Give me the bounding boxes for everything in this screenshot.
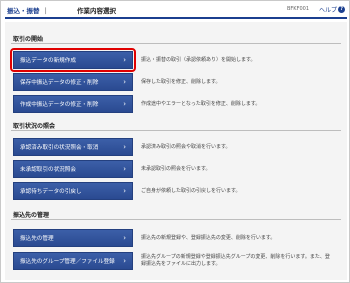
edit-saved-transfer-button[interactable]: 保存中振込データの修正・削除 › — [13, 73, 133, 91]
breadcrumb-separator: ｜ — [42, 7, 50, 15]
chevron-right-icon: › — [123, 56, 126, 64]
breadcrumb-category[interactable]: 振込・振替 — [7, 5, 40, 15]
menu-description: 保存した取引を修正、削除します。 — [141, 78, 221, 85]
header: 振込・振替 ｜ 作業内容選択 BFKF001 ヘルプ ? — [1, 1, 349, 19]
menu-row: 未承認取引の状況照会 › 未承認取引の照会を行います。 — [13, 160, 335, 178]
section-title-start: 取引の開始 — [13, 36, 44, 43]
new-transfer-button[interactable]: 振込データの新規作成 › — [13, 51, 133, 69]
menu-description: 振込・振替の取引（承認依頼あり）を開始します。 — [141, 56, 256, 63]
button-label: 振込データの新規作成 — [20, 58, 76, 64]
menu-row: 振込データの新規作成 › 振込・振替の取引（承認依頼あり）を開始します。 — [13, 51, 335, 69]
menu-description: 振込先グループの新規登録や登録振込先グループの変更、削除を行います。また、登録振… — [141, 254, 330, 267]
section-divider — [11, 219, 341, 220]
chevron-right-icon: › — [123, 78, 126, 86]
header-divider — [5, 17, 347, 19]
section-title-payee: 振込先の管理 — [13, 212, 50, 219]
button-label: 承認待ちデータの引戻し — [20, 189, 82, 195]
chevron-right-icon: › — [123, 165, 126, 173]
button-label: 承認済み取引の状況照会・取消 — [20, 145, 99, 151]
screen-id: BFKF001 — [287, 6, 310, 12]
payee-group-button[interactable]: 振込先のグループ管理／ファイル登録 › — [13, 252, 133, 270]
menu-description: 振込先の新規登録や、登録振込先の変更、削除を行います。 — [141, 234, 276, 241]
button-label: 作成中振込データの修正・削除 — [20, 102, 99, 108]
menu-row: 作成中振込データの修正・削除 › 作成途中やエラーとなった取引を修正、削除します… — [13, 95, 335, 113]
approved-status-button[interactable]: 承認済み取引の状況照会・取消 › — [13, 138, 133, 156]
unapproved-status-button[interactable]: 未承認取引の状況照会 › — [13, 160, 133, 178]
button-label: 未承認取引の状況照会 — [20, 167, 76, 173]
app-frame: 振込・振替 ｜ 作業内容選択 BFKF001 ヘルプ ? 取引の開始 振込データ… — [0, 0, 350, 283]
section-title-status: 取引状況の照会 — [13, 123, 56, 130]
button-label: 保存中振込データの修正・削除 — [20, 80, 99, 86]
chevron-right-icon: › — [123, 100, 126, 108]
section-divider — [11, 130, 341, 131]
help-icon: ? — [338, 6, 346, 13]
chevron-right-icon: › — [123, 234, 126, 242]
menu-row: 振込先のグループ管理／ファイル登録 › 振込先グループの新規登録や登録振込先グル… — [13, 252, 335, 270]
menu-row: 振込先の管理 › 振込先の新規登録や、登録振込先の変更、削除を行います。 — [13, 229, 335, 247]
help-link[interactable]: ヘルプ ? — [319, 5, 346, 14]
button-label: 振込先の管理 — [20, 236, 54, 242]
chevron-right-icon: › — [123, 257, 126, 265]
menu-description: 承認済み取引の照会や取消を行います。 — [141, 143, 231, 150]
breadcrumb: 振込・振替 ｜ — [7, 5, 52, 15]
withdraw-pending-button[interactable]: 承認待ちデータの引戻し › — [13, 182, 133, 200]
menu-row: 承認済み取引の状況照会・取消 › 承認済み取引の照会や取消を行います。 — [13, 138, 335, 156]
section-divider — [11, 43, 341, 44]
menu-description: ご自身が依頼した取引の引戻しを行います。 — [141, 187, 241, 194]
menu-description: 未承認取引の照会を行います。 — [141, 165, 211, 172]
menu-description: 作成途中やエラーとなった取引を修正、削除します。 — [141, 100, 261, 107]
help-label: ヘルプ — [319, 7, 338, 14]
chevron-right-icon: › — [123, 187, 126, 195]
menu-row: 承認待ちデータの引戻し › ご自身が依頼した取引の引戻しを行います。 — [13, 182, 335, 200]
edit-draft-transfer-button[interactable]: 作成中振込データの修正・削除 › — [13, 95, 133, 113]
button-label: 振込先のグループ管理／ファイル登録 — [20, 259, 115, 265]
chevron-right-icon: › — [123, 143, 126, 151]
page-title: 作業内容選択 — [77, 7, 116, 15]
menu-row: 保存中振込データの修正・削除 › 保存した取引を修正、削除します。 — [13, 73, 335, 91]
payee-management-button[interactable]: 振込先の管理 › — [13, 229, 133, 247]
